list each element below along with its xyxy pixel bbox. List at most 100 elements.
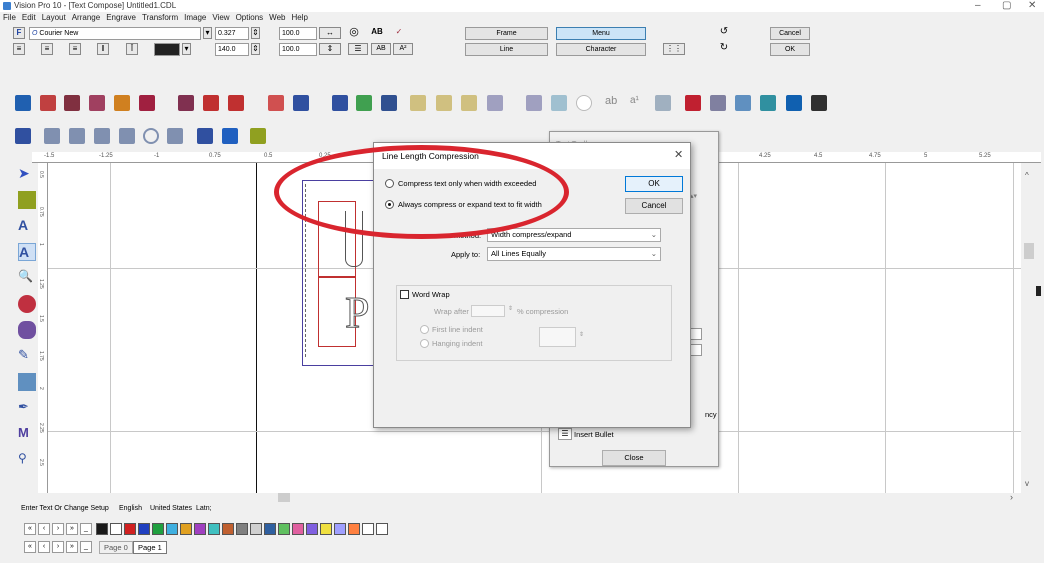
color-dropdown-icon[interactable]: ▾ — [182, 43, 191, 55]
horizontal-scroll-thumb[interactable] — [278, 493, 290, 502]
dialog-cancel-button[interactable]: Cancel — [625, 198, 683, 214]
palette-swatch[interactable] — [292, 523, 304, 535]
vertical-text-icon[interactable] — [119, 128, 135, 144]
palette-swatch[interactable] — [222, 523, 234, 535]
palette-swatch[interactable] — [236, 523, 248, 535]
weld-icon[interactable] — [410, 95, 426, 111]
palette-swatch[interactable] — [306, 523, 318, 535]
palette-swatch[interactable] — [180, 523, 192, 535]
fill-icon[interactable] — [760, 95, 776, 111]
undo-icon[interactable]: ↺ — [718, 27, 730, 39]
palette-swatches[interactable] — [96, 523, 416, 535]
bullet-list-icon[interactable]: ☰ — [558, 428, 572, 440]
pen-tool-icon[interactable]: ✒ — [18, 399, 36, 417]
cut-icon[interactable] — [139, 95, 155, 111]
menu-options[interactable]: Options — [236, 12, 264, 23]
select-icon[interactable] — [735, 95, 751, 111]
palette-swatch[interactable] — [320, 523, 332, 535]
grid-icon[interactable]: ⋮⋮ — [663, 43, 685, 55]
zoom-icon[interactable] — [268, 95, 284, 111]
measure-tool-icon[interactable]: M — [18, 425, 36, 443]
redo-icon[interactable]: ↻ — [718, 43, 730, 55]
arc-text-icon[interactable] — [69, 128, 85, 144]
angle-spin-icon[interactable]: ⇕ — [251, 43, 260, 55]
table-icon[interactable] — [381, 95, 397, 111]
palette-swatch[interactable] — [110, 523, 122, 535]
line-button[interactable]: Line — [465, 43, 548, 56]
palette-swatch[interactable] — [334, 523, 346, 535]
text-tool-icon[interactable]: A — [18, 217, 36, 235]
text-edit-tool-icon[interactable]: A — [18, 243, 36, 261]
menu-engrave[interactable]: Engrave — [106, 12, 136, 23]
size-input[interactable]: 0.327 — [215, 27, 249, 40]
barcode-icon[interactable] — [551, 95, 567, 111]
page-last-icon[interactable]: » — [66, 541, 78, 553]
palette-swatch[interactable] — [376, 523, 388, 535]
palette-first-icon[interactable]: « — [24, 523, 36, 535]
menu-web[interactable]: Web — [269, 12, 285, 23]
wrap-after-input[interactable] — [471, 305, 505, 317]
close-button[interactable]: ✕ — [1028, 0, 1036, 12]
open-icon[interactable] — [40, 95, 56, 111]
menu-transform[interactable]: Transform — [142, 12, 178, 23]
menu-arrange[interactable]: Arrange — [72, 12, 100, 23]
frame-button[interactable]: Frame — [465, 27, 548, 40]
image-icon[interactable] — [356, 95, 372, 111]
palette-last-icon[interactable]: » — [66, 523, 78, 535]
list-icon[interactable]: ☰ — [348, 43, 368, 55]
align-center-icon[interactable]: ≡ — [41, 43, 53, 55]
magnify-tool-icon[interactable]: ⚲ — [18, 451, 36, 469]
layers-icon[interactable] — [15, 128, 31, 144]
menu-edit[interactable]: Edit — [22, 12, 36, 23]
palette-swatch[interactable] — [264, 523, 276, 535]
palette-swatch[interactable] — [348, 523, 360, 535]
line-tool-icon[interactable] — [18, 373, 36, 391]
palette-prev-icon[interactable]: ‹ — [38, 523, 50, 535]
menu-layout[interactable]: Layout — [42, 12, 66, 23]
move-icon[interactable] — [811, 95, 827, 111]
palette-swatch[interactable] — [152, 523, 164, 535]
page-prev-icon[interactable]: ‹ — [38, 541, 50, 553]
save-icon[interactable] — [64, 95, 80, 111]
vertical-scrollbar[interactable]: ^ v — [1021, 163, 1041, 493]
redo-large-icon[interactable] — [228, 95, 244, 111]
align-left-icon[interactable]: ≡ — [13, 43, 25, 55]
delete-icon[interactable] — [685, 95, 701, 111]
indent-spin-icon[interactable]: ⇕ — [579, 331, 584, 338]
align-grid-icon-2[interactable] — [690, 344, 702, 356]
plate-icon[interactable] — [526, 95, 542, 111]
kerning-icon[interactable]: AB — [371, 27, 383, 39]
page-next-icon[interactable]: › — [52, 541, 64, 553]
tab-page-1[interactable]: Page 1 — [133, 541, 167, 554]
zoom-tool-icon[interactable]: 🔍 — [18, 269, 36, 287]
text-tool-icon[interactable] — [250, 128, 266, 144]
font-icon[interactable]: F — [13, 27, 25, 39]
minimize-button[interactable]: – — [975, 0, 981, 12]
palette-swatch[interactable] — [124, 523, 136, 535]
toolbox-close-button[interactable]: Close — [602, 450, 666, 466]
height-pct-input[interactable]: 100.0 — [279, 43, 317, 56]
hanging-indent-radio[interactable] — [420, 339, 429, 348]
page-first-icon[interactable]: « — [24, 541, 36, 553]
maximize-button[interactable]: ▢ — [1002, 0, 1011, 12]
ok-button[interactable]: OK — [770, 43, 810, 56]
edit-icon[interactable] — [222, 128, 238, 144]
bold-italic-icon[interactable]: I — [97, 43, 109, 55]
method-select[interactable]: Width compress/expand ⌄ — [487, 228, 661, 242]
superscript-icon[interactable]: A² — [393, 43, 413, 55]
horizontal-scrollbar[interactable]: › — [50, 492, 1021, 502]
node-tool-icon[interactable] — [18, 321, 36, 339]
fit-text-icon[interactable] — [167, 128, 183, 144]
palette-swatch[interactable] — [278, 523, 290, 535]
page-add-icon[interactable]: _ — [80, 541, 92, 553]
menu-help[interactable]: Help — [291, 12, 307, 23]
rotate-icon[interactable] — [197, 128, 213, 144]
undo-large-icon[interactable] — [203, 95, 219, 111]
size-spin-icon[interactable]: ⇕ — [251, 27, 260, 39]
align-grid-icon[interactable] — [690, 328, 702, 340]
menu-file[interactable]: File — [3, 12, 16, 23]
node-icon[interactable] — [461, 95, 477, 111]
target-icon[interactable]: ◎ — [348, 27, 360, 39]
copy-icon[interactable] — [178, 95, 194, 111]
cancel-button[interactable]: Cancel — [770, 27, 810, 40]
